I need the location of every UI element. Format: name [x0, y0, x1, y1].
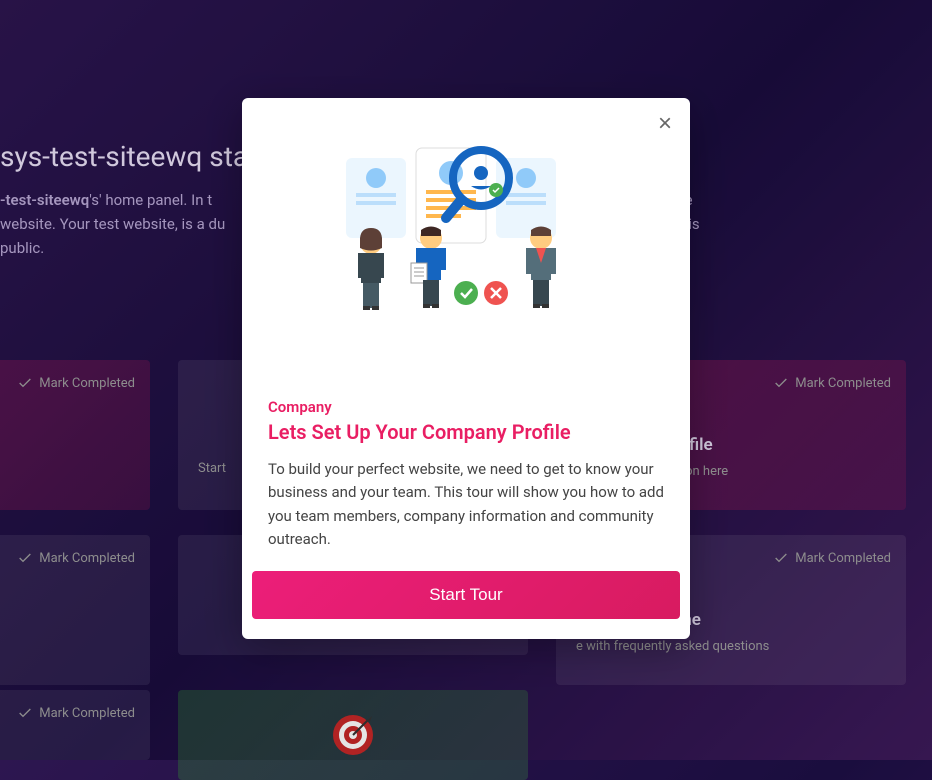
modal-description: To build your perfect website, we need t…: [268, 458, 664, 551]
modal-label: Company: [268, 398, 664, 416]
modal-title: Lets Set Up Your Company Profile: [268, 420, 664, 444]
close-button[interactable]: ×: [658, 112, 672, 136]
onboarding-modal: ×: [242, 98, 690, 639]
modal-overlay: ×: [0, 0, 932, 760]
start-tour-button[interactable]: Start Tour: [252, 571, 680, 619]
modal-illustration: [242, 98, 690, 388]
modal-content: Company Lets Set Up Your Company Profile…: [242, 388, 690, 571]
